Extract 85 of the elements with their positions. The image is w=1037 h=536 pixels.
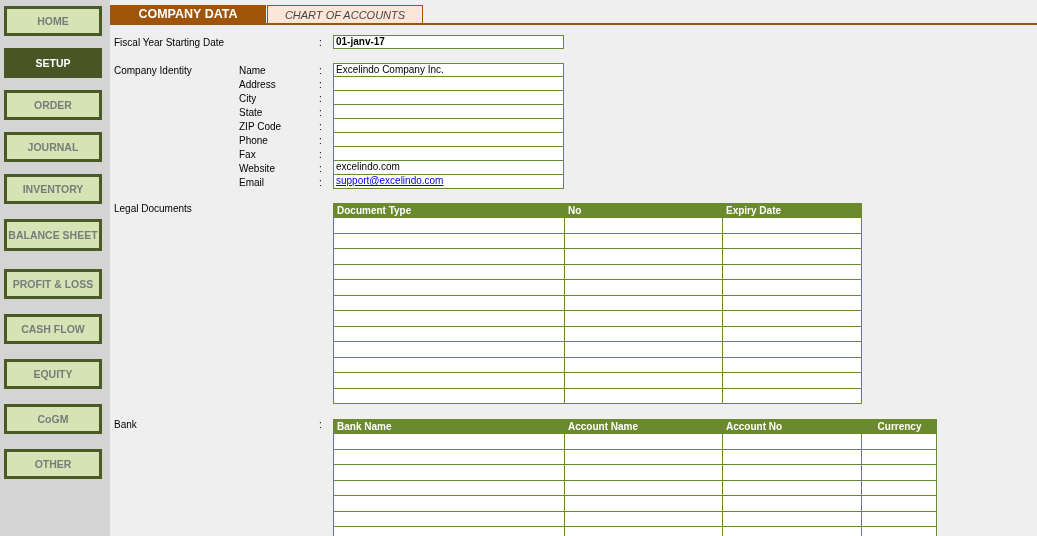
- input-field[interactable]: [333, 77, 564, 91]
- input-field[interactable]: [333, 147, 564, 161]
- column-header: Expiry Date: [725, 204, 783, 218]
- table-cell[interactable]: [334, 342, 565, 358]
- field-label: Email: [239, 176, 265, 188]
- input-field[interactable]: [333, 91, 564, 105]
- tab[interactable]: COMPANY DATA: [110, 5, 266, 23]
- colon: :: [319, 148, 323, 160]
- tab[interactable]: CHART OF ACCOUNTS: [267, 5, 423, 23]
- table-cell[interactable]: [565, 434, 723, 450]
- table-cell[interactable]: [565, 342, 723, 358]
- input-field[interactable]: [333, 105, 564, 119]
- table-cell[interactable]: [862, 496, 937, 512]
- field-label: State: [239, 106, 264, 118]
- email-link[interactable]: support@excelindo.com: [336, 175, 444, 186]
- nav-button[interactable]: EQUITY: [4, 359, 102, 389]
- colon: :: [319, 92, 323, 104]
- table-cell[interactable]: [334, 465, 565, 481]
- column-header: Account Name: [567, 420, 639, 434]
- date-field[interactable]: 01-janv-17: [333, 35, 564, 49]
- field-label: Phone: [239, 134, 269, 146]
- input-field[interactable]: [333, 119, 564, 133]
- table-cell[interactable]: [334, 280, 565, 296]
- table-cell[interactable]: [565, 311, 723, 327]
- colon: :: [319, 162, 323, 174]
- field-label: City: [239, 92, 258, 104]
- table-cell[interactable]: [334, 249, 565, 265]
- table-cell[interactable]: [723, 465, 862, 481]
- colon: :: [319, 36, 323, 48]
- colon: :: [319, 106, 323, 118]
- table-cell[interactable]: [723, 280, 862, 296]
- column-header: Document Type: [336, 204, 413, 218]
- section-label: Legal Documents: [114, 203, 193, 214]
- input-field[interactable]: [333, 133, 564, 147]
- table-cell[interactable]: [723, 249, 862, 265]
- nav-button[interactable]: BALANCE SHEET: [4, 219, 102, 251]
- colon: :: [319, 120, 323, 132]
- colon: :: [319, 64, 323, 76]
- field-label: Fiscal Year Starting Date: [114, 36, 226, 48]
- table-cell[interactable]: [723, 496, 862, 512]
- table-cell[interactable]: [723, 342, 862, 358]
- nav-button[interactable]: ORDER: [4, 90, 102, 120]
- table-cell[interactable]: [565, 373, 723, 389]
- nav-button[interactable]: OTHER: [4, 449, 102, 479]
- section-label: Company Identity: [114, 64, 193, 76]
- table-cell[interactable]: [565, 465, 723, 481]
- table-cell[interactable]: [565, 280, 723, 296]
- table-cell[interactable]: [723, 311, 862, 327]
- table-cell[interactable]: [723, 373, 862, 389]
- table-cell[interactable]: [565, 496, 723, 512]
- nav-button[interactable]: PROFIT & LOSS: [4, 269, 102, 299]
- nav-button[interactable]: CASH FLOW: [4, 314, 102, 344]
- table-cell[interactable]: [334, 311, 565, 327]
- table-cell[interactable]: [334, 434, 565, 450]
- field-label: ZIP Code: [239, 120, 283, 132]
- field-label: Name: [239, 64, 267, 76]
- table-cell[interactable]: [862, 434, 937, 450]
- colon: :: [319, 134, 323, 146]
- field-label: Website: [239, 162, 276, 174]
- nav-button[interactable]: JOURNAL: [4, 132, 102, 162]
- colon: :: [319, 419, 323, 430]
- section-label: Bank: [114, 419, 138, 430]
- input-field[interactable]: support@excelindo.com: [333, 175, 564, 189]
- nav-button[interactable]: INVENTORY: [4, 174, 102, 204]
- column-header: No: [567, 204, 583, 218]
- nav-button[interactable]: CoGM: [4, 404, 102, 434]
- column-header: Bank Name: [336, 420, 393, 434]
- input-field[interactable]: excelindo.com: [333, 161, 564, 175]
- column-header: Account No: [725, 420, 784, 434]
- nav-button[interactable]: HOME: [4, 6, 102, 36]
- table-cell[interactable]: [565, 249, 723, 265]
- nav-button[interactable]: SETUP: [4, 48, 102, 78]
- column-header: Currency: [876, 420, 923, 434]
- field-label: Address: [239, 78, 277, 90]
- colon: :: [319, 176, 323, 188]
- colon: :: [319, 78, 323, 90]
- table-cell[interactable]: [565, 218, 723, 234]
- table-cell[interactable]: [723, 434, 862, 450]
- table-cell[interactable]: [334, 218, 565, 234]
- input-field[interactable]: Excelindo Company Inc.: [333, 63, 564, 77]
- table-cell[interactable]: [334, 496, 565, 512]
- field-label: Fax: [239, 148, 257, 160]
- table-cell[interactable]: [334, 373, 565, 389]
- table-cell[interactable]: [723, 218, 862, 234]
- table-cell[interactable]: [862, 465, 937, 481]
